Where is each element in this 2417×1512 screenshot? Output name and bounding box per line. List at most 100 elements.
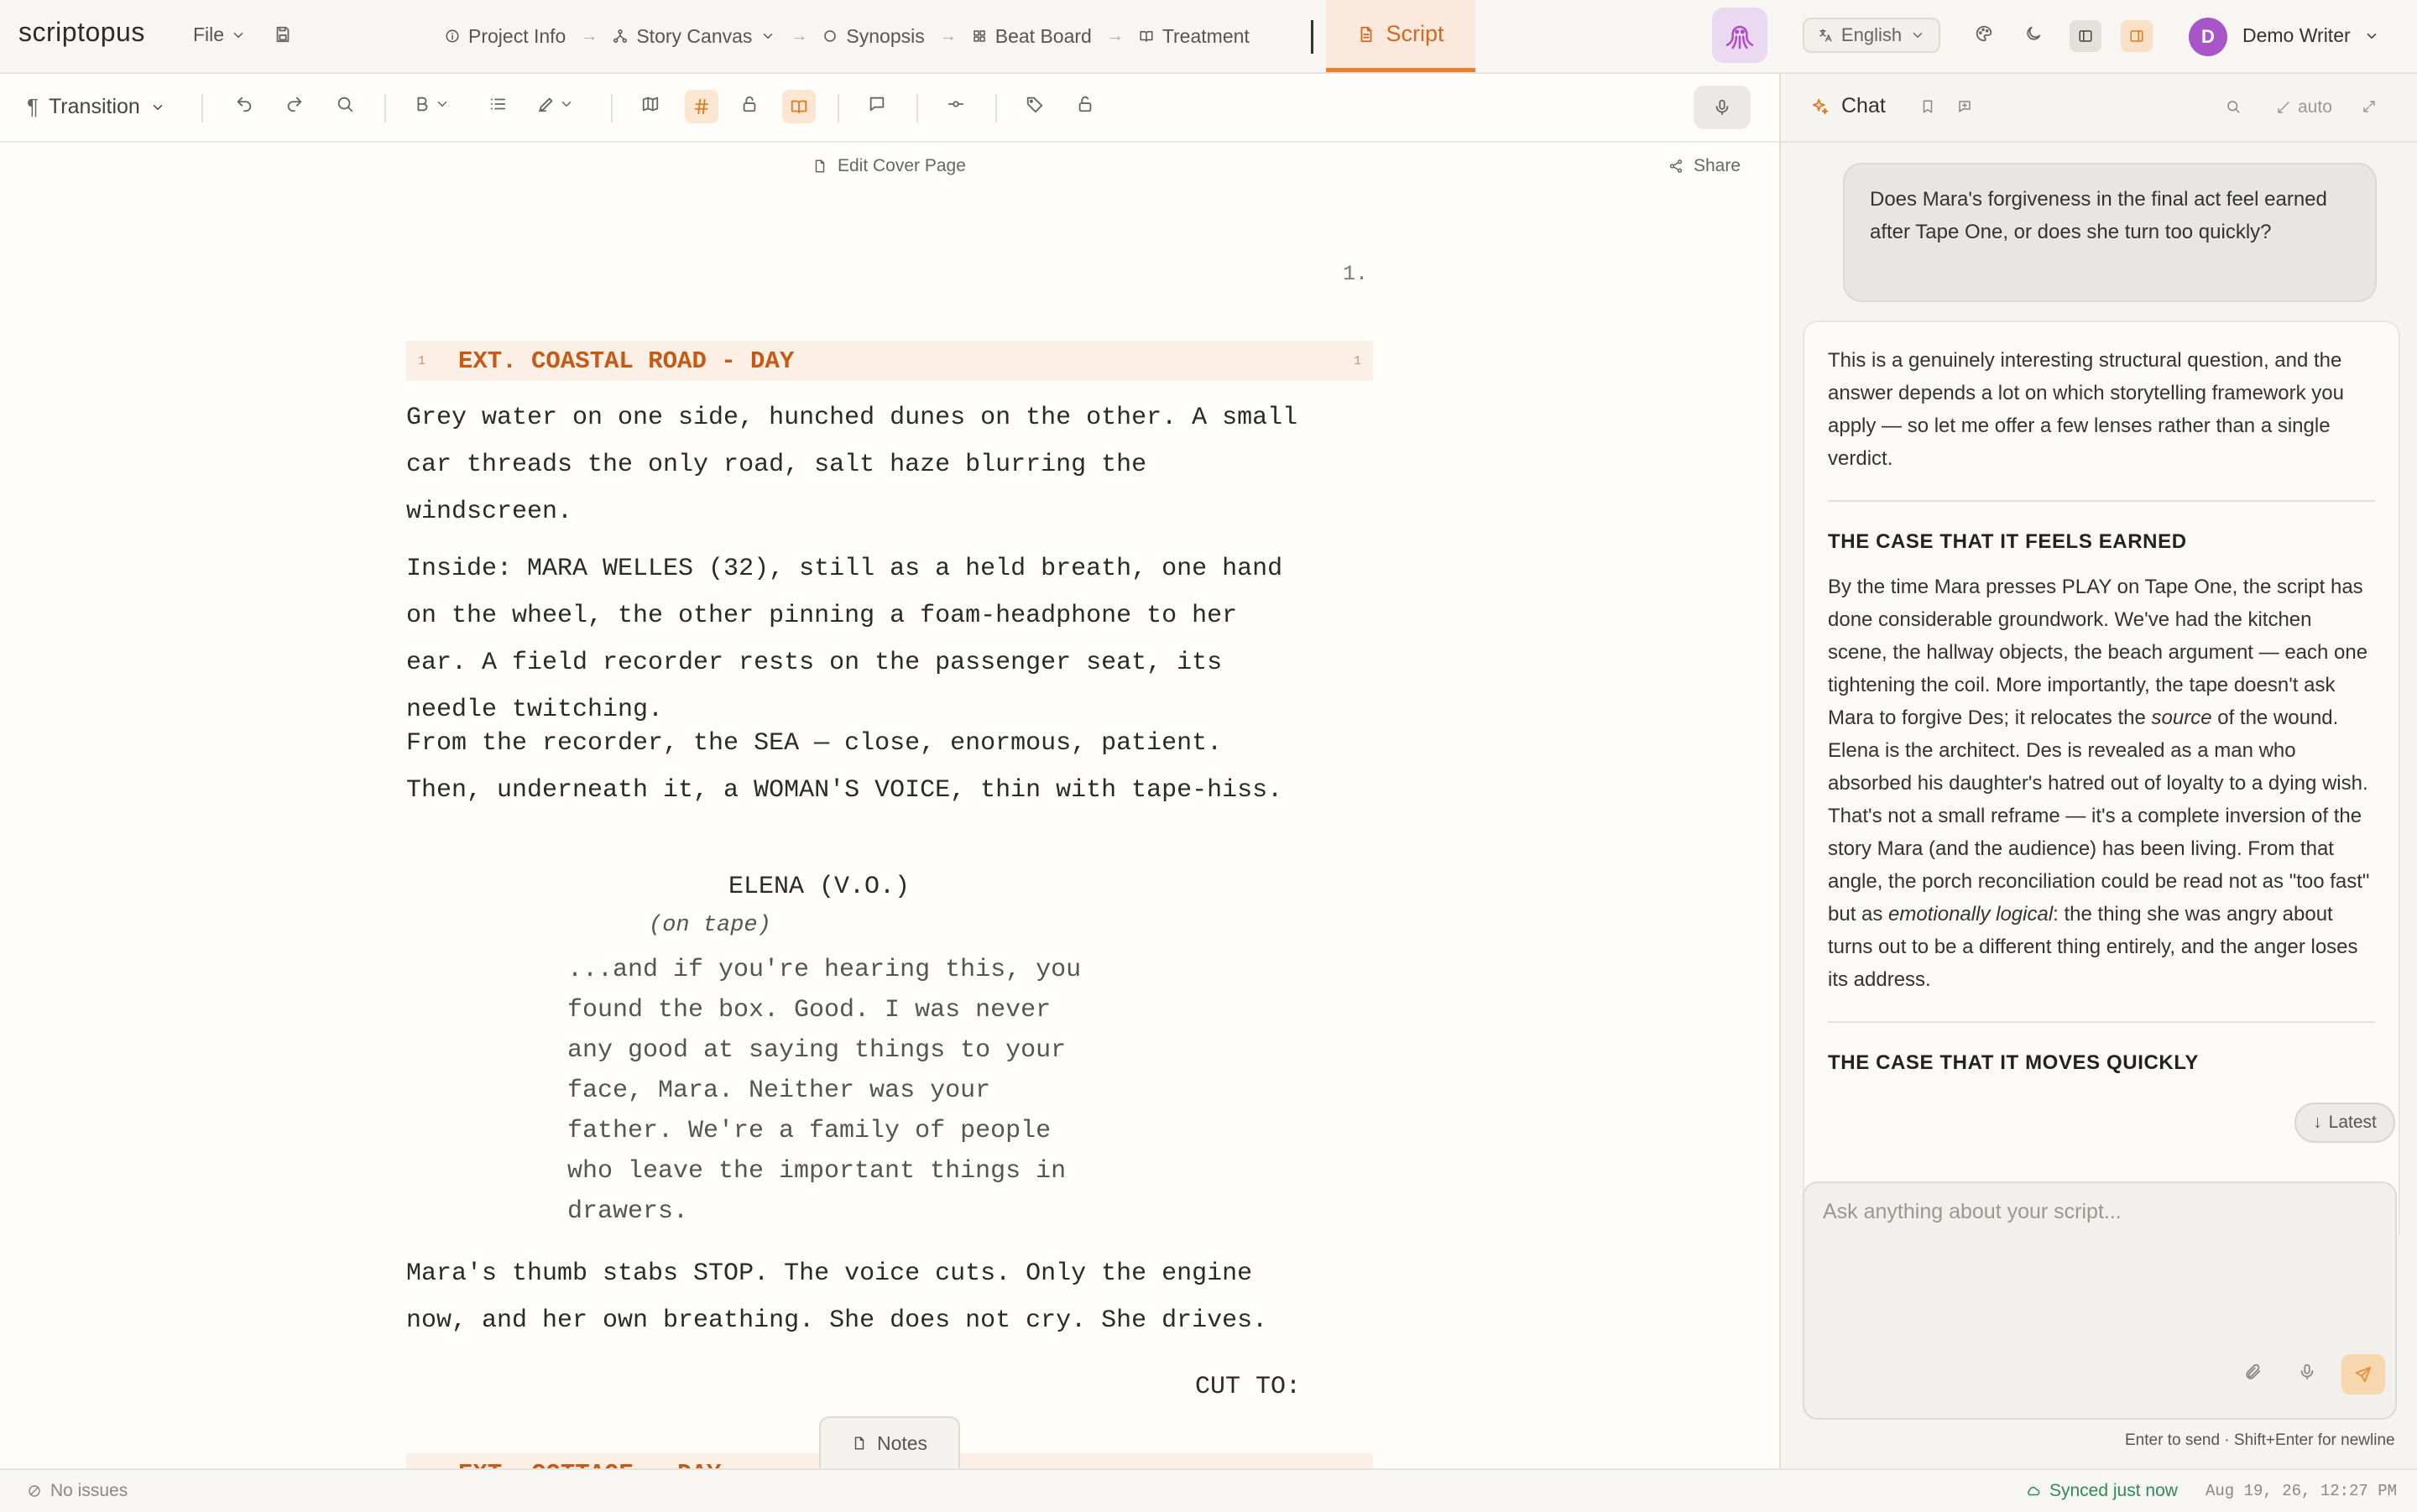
nav-beat-board[interactable]: Beat Board (972, 25, 1092, 48)
microphone-icon (2300, 1363, 2314, 1380)
scene-heading-text: EXT. COASTAL ROAD - DAY (458, 347, 795, 375)
map-button[interactable] (641, 95, 660, 113)
chevron-down-icon (153, 104, 163, 110)
voice-input-button[interactable] (2298, 1363, 2316, 1381)
dictation-button[interactable] (1694, 86, 1751, 129)
parenthetical[interactable]: (on tape) (649, 913, 771, 938)
circle-icon (824, 30, 837, 42)
bookmark-icon (1923, 100, 1933, 113)
paperclip-icon (2246, 1363, 2261, 1379)
assistant-intro: This is a genuinely interesting structur… (1828, 349, 2344, 470)
action-line: Inside: MARA WELLES (32), still as a hel… (406, 555, 1283, 583)
scene-heading[interactable]: 1 EXT. COASTAL ROAD - DAY 1 (406, 341, 1373, 381)
assistant-section-heading: THE CASE THAT IT MOVES QUICKLY (1828, 1051, 2200, 1074)
search-icon (2227, 101, 2240, 113)
moon-icon (2027, 26, 2041, 40)
find-button[interactable] (336, 95, 354, 113)
cloud-icon (2028, 1486, 2040, 1496)
jump-to-latest-button[interactable]: ↓ Latest (2294, 1103, 2395, 1143)
character-name[interactable]: ELENA (V.O.) (728, 873, 910, 901)
attach-button[interactable] (2244, 1363, 2263, 1381)
arrow-right-icon: → (791, 26, 808, 45)
bookmark-button[interactable] (1920, 99, 1935, 114)
assistant-paragraph: By the time Mara presses PLAY on Tape On… (1828, 576, 2370, 991)
document-icon (815, 159, 825, 173)
lock-icon (743, 96, 756, 112)
action-block[interactable]: From the recorder, the SEA — close, enor… (406, 720, 1380, 814)
save-button[interactable] (274, 25, 292, 44)
expand-icon (2363, 101, 2375, 112)
theme-palette-button[interactable] (1975, 24, 1993, 43)
assistant-section-heading: THE CASE THAT IT FEELS EARNED (1828, 530, 2187, 553)
nav-story-canvas[interactable]: Story Canvas (613, 25, 775, 48)
chat-search-button[interactable] (2226, 99, 2241, 114)
transition[interactable]: CUT TO: (1195, 1373, 1301, 1401)
octopus-assistant-button[interactable] (1712, 8, 1767, 63)
toggle-left-panel-button[interactable] (2070, 20, 2101, 52)
scene-numbers-toggle[interactable] (685, 90, 718, 123)
file-menu[interactable]: File (193, 23, 246, 46)
nav-treatment[interactable]: Treatment (1139, 25, 1250, 48)
undo-button[interactable] (235, 95, 253, 113)
timestamp: Aug 19, 26, 12:27 PM (2206, 1482, 2398, 1500)
user-menu[interactable]: Demo Writer (2242, 24, 2379, 47)
tags-button[interactable] (1026, 95, 1044, 113)
toggle-right-panel-button[interactable] (2121, 20, 2153, 52)
unlock-button[interactable] (1076, 95, 1094, 113)
search-icon (337, 96, 353, 112)
action-block[interactable]: Grey water on one side, hunched dunes on… (406, 394, 1380, 535)
chevron-down-icon (2367, 33, 2376, 39)
toolbar-divider (384, 94, 386, 123)
element-type-select[interactable]: ¶ Transition (27, 94, 165, 120)
toolbar-divider (995, 94, 997, 123)
octopus-icon (1725, 25, 1754, 50)
tab-script[interactable]: Script (1326, 0, 1475, 72)
workflow-nav: Project Info → Story Canvas → Synopsis →… (445, 0, 1250, 72)
list-button[interactable] (488, 95, 507, 113)
issues-indicator[interactable]: No issues (27, 1481, 128, 1501)
new-chat-button[interactable] (1957, 99, 1972, 114)
input-hint: Enter to send · Shift+Enter for newline (2125, 1431, 2395, 1449)
auto-width-toggle[interactable]: auto (2276, 97, 2332, 117)
send-button[interactable] (2341, 1354, 2385, 1395)
chat-input-box (1803, 1181, 2397, 1420)
highlight-menu[interactable] (537, 95, 574, 113)
chat-input[interactable] (1821, 1198, 2378, 1336)
comment-icon (869, 96, 885, 112)
toolbar-divider (838, 94, 839, 123)
book-icon (1140, 31, 1153, 42)
bold-menu[interactable] (413, 95, 450, 113)
chat-header: Chat auto (1781, 74, 2417, 143)
reading-mode-toggle[interactable] (782, 90, 816, 123)
send-icon (2355, 1366, 2372, 1383)
action-line: Then, underneath it, a WOMAN'S VOICE, th… (406, 776, 1283, 805)
action-line: From the recorder, the SEA — close, enor… (406, 729, 1223, 758)
revision-button[interactable] (947, 95, 965, 113)
assistant-message: This is a genuinely interesting structur… (1803, 321, 2400, 1235)
nav-divider (1311, 20, 1313, 54)
action-block[interactable]: Mara's thumb stabs STOP. The voice cuts.… (406, 1250, 1380, 1344)
language-select[interactable]: English (1803, 18, 1940, 53)
dialogue-block[interactable]: ...and if you're hearing this, you found… (567, 950, 1155, 1232)
arrow-down-icon: ↓ (2313, 1113, 2322, 1132)
redo-button[interactable] (285, 95, 304, 113)
share-button[interactable]: Share (1668, 156, 1741, 176)
comment-button[interactable] (868, 95, 886, 113)
message-plus-icon (1959, 101, 1971, 112)
nav-project-info[interactable]: Project Info (445, 25, 566, 48)
language-label: English (1840, 24, 1903, 45)
document-icon (1361, 26, 1372, 42)
expand-chat-button[interactable] (2362, 99, 2377, 114)
latest-label: Latest (2328, 1113, 2377, 1132)
dark-mode-toggle[interactable] (2024, 24, 2043, 43)
notes-tab[interactable]: Notes (819, 1416, 960, 1468)
lock-button[interactable] (740, 95, 759, 113)
action-block[interactable]: Inside: MARA WELLES (32), still as a hel… (406, 545, 1380, 733)
auto-label: auto (2298, 97, 2332, 117)
nav-label: Beat Board (994, 24, 1092, 47)
edit-cover-page-link[interactable]: Edit Cover Page (812, 156, 966, 176)
script-editor[interactable]: Edit Cover Page Share 1. 1 EXT. COASTAL … (0, 143, 1779, 1468)
dialogue-line: any good at saying things to your (567, 1036, 1067, 1065)
nav-synopsis[interactable]: Synopsis (822, 25, 925, 48)
avatar[interactable]: D (2189, 18, 2227, 56)
